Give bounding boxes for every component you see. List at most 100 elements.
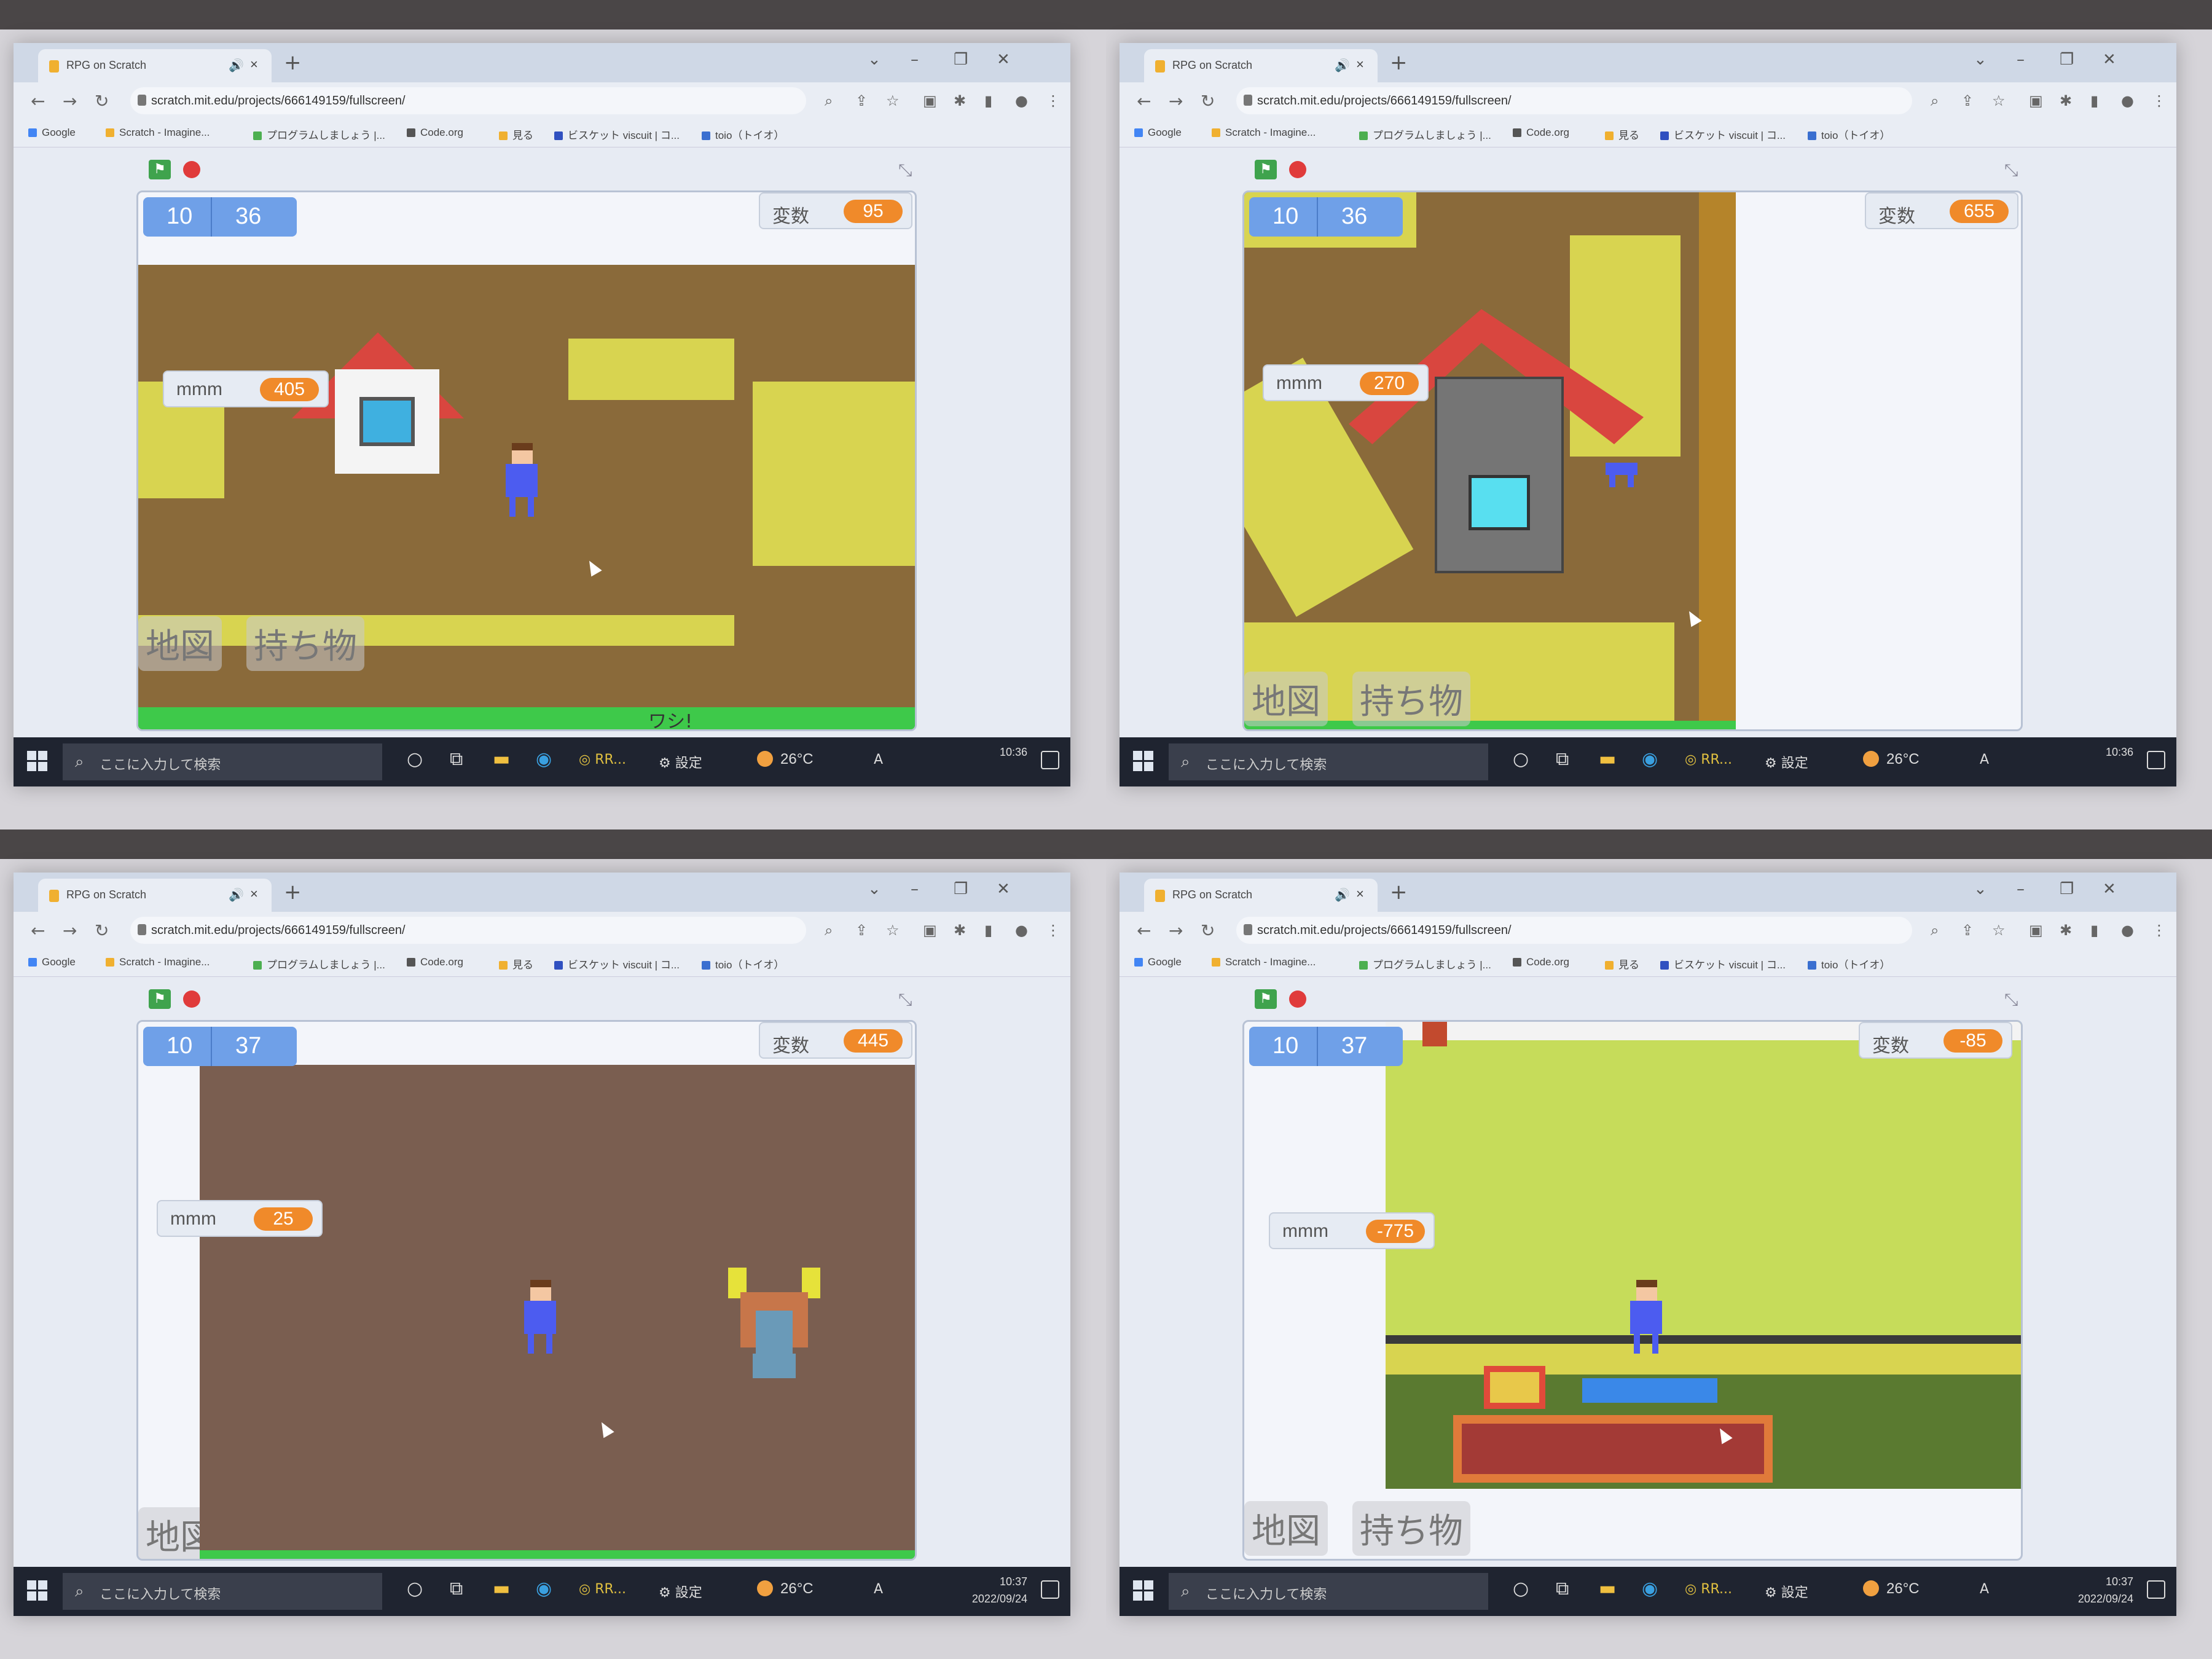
edge-icon[interactable]: ◉ [1642,1578,1658,1599]
bookmark-google[interactable]: Google [1134,127,1182,139]
extension-icon[interactable]: ▣ [923,922,937,939]
zoom-icon[interactable]: ⌕ [1931,92,1939,109]
folder-icon[interactable]: ▬ [493,748,510,770]
window-close-icon[interactable]: ✕ [2103,880,2116,898]
url-field[interactable]: scratch.mit.edu/projects/666149159/fulls… [130,917,806,944]
tab-rpg-on-scratch[interactable]: RPG on Scratch 🔊 × [1144,49,1378,82]
tab-close-icon[interactable]: × [1356,886,1364,902]
puzzle-icon[interactable]: ✱ [2060,922,2072,939]
extension-icon[interactable]: ▣ [923,92,937,109]
chrome-app[interactable]: ◎ RR... [1685,752,1732,767]
back-icon[interactable]: ← [1137,91,1151,111]
cortana-icon[interactable]: ○ [1513,748,1529,770]
sidepanel-icon[interactable]: ▮ [984,92,992,109]
taskbar-search[interactable]: ⌕ ここに入力して検索 [1169,1573,1488,1610]
profile-icon[interactable]: ● [1015,922,1028,939]
bookmark-scratch[interactable]: Scratch - Imagine... [106,956,210,968]
window-close-icon[interactable]: ✕ [2103,50,2116,69]
share-icon[interactable]: ⇪ [1961,922,1974,939]
tab-rpg-on-scratch[interactable]: RPG on Scratch 🔊 × [1144,879,1378,912]
stop-icon[interactable] [183,161,200,178]
exit-fullscreen-icon[interactable]: ⤡ [898,989,912,1010]
share-icon[interactable]: ⇪ [1961,92,1974,109]
bookmark-miru[interactable]: 見る [1605,956,1639,971]
tab-close-icon[interactable]: × [250,886,258,902]
bookmark-scratch[interactable]: Scratch - Imagine... [1212,127,1316,139]
chrome-app[interactable]: ◎ RR... [579,752,626,767]
settings-app[interactable]: ⚙ 設定 [1765,1582,1808,1601]
tab-rpg-on-scratch[interactable]: RPG on Scratch 🔊 × [38,879,272,912]
tab-search-icon[interactable]: ⌄ [868,50,881,69]
stop-icon[interactable] [1289,161,1306,178]
puzzle-icon[interactable]: ✱ [954,922,966,939]
sidepanel-icon[interactable]: ▮ [984,922,992,939]
items-button[interactable]: 持ち物 [246,616,364,671]
notification-icon[interactable] [2147,1580,2165,1599]
bookmark-programming[interactable]: プログラムしましょう |... [1359,956,1491,971]
bookmark-miru[interactable]: 見る [499,127,533,142]
green-flag-icon[interactable]: ⚑ [1255,989,1277,1009]
star-icon[interactable]: ☆ [1992,92,2006,109]
speaker-icon[interactable]: 🔊 [1335,58,1350,73]
speaker-icon[interactable]: 🔊 [1335,887,1350,903]
menu-icon[interactable]: ⋮ [1046,92,1061,109]
items-button[interactable]: 持ち物 [1352,1501,1470,1556]
map-button[interactable]: 地図 [1244,1501,1328,1556]
green-flag-icon[interactable]: ⚑ [1255,160,1277,179]
forward-icon[interactable]: → [63,920,77,941]
tab-close-icon[interactable]: × [1356,57,1364,73]
speaker-icon[interactable]: 🔊 [229,58,244,73]
reload-icon[interactable]: ↻ [95,91,109,111]
chrome-app[interactable]: ◎ RR... [579,1582,626,1597]
bookmark-code-org[interactable]: Code.org [1513,127,1569,139]
exit-fullscreen-icon[interactable]: ⤡ [2004,989,2018,1010]
edge-icon[interactable]: ◉ [536,748,552,770]
forward-icon[interactable]: → [1169,91,1183,111]
tab-rpg-on-scratch[interactable]: RPG on Scratch 🔊 × [38,49,272,82]
windows-start-icon[interactable] [27,751,48,772]
weather-widget[interactable]: 26°C [1863,751,1920,768]
edge-icon[interactable]: ◉ [536,1578,552,1599]
folder-icon[interactable]: ▬ [1599,1578,1616,1599]
clock[interactable]: 10:37 2022/09/24 [2078,1573,2133,1607]
green-flag-icon[interactable]: ⚑ [149,160,171,179]
folder-icon[interactable]: ▬ [493,1578,510,1599]
tab-close-icon[interactable]: × [250,57,258,73]
exit-fullscreen-icon[interactable]: ⤡ [2004,160,2018,181]
url-field[interactable]: scratch.mit.edu/projects/666149159/fulls… [1236,87,1912,114]
back-icon[interactable]: ← [31,920,45,941]
url-field[interactable]: scratch.mit.edu/projects/666149159/fulls… [130,87,806,114]
notification-icon[interactable] [1041,1580,1059,1599]
bookmark-programming[interactable]: プログラムしましょう |... [253,956,385,971]
bookmark-toio[interactable]: toio（トイオ） [702,127,784,142]
minimize-icon[interactable]: – [911,880,919,898]
stop-icon[interactable] [1289,990,1306,1008]
reload-icon[interactable]: ↻ [1201,920,1215,941]
star-icon[interactable]: ☆ [886,92,900,109]
window-close-icon[interactable]: ✕ [997,50,1010,69]
game-stage[interactable]: 10 36 変数 655 mmm 270 地図 持ち物 [1242,190,2023,731]
extension-icon[interactable]: ▣ [2029,922,2043,939]
reload-icon[interactable]: ↻ [95,920,109,941]
chrome-app[interactable]: ◎ RR... [1685,1582,1732,1597]
window-close-icon[interactable]: ✕ [997,880,1010,898]
settings-app[interactable]: ⚙ 設定 [659,1582,702,1601]
clock[interactable]: 10:37 2022/09/24 [972,1573,1027,1607]
zoom-icon[interactable]: ⌕ [825,922,833,939]
bookmark-miru[interactable]: 見る [1605,127,1639,142]
notification-icon[interactable] [1041,751,1059,769]
map-button[interactable]: 地図 [1244,672,1328,726]
tab-search-icon[interactable]: ⌄ [1974,50,1987,69]
items-button[interactable]: 持ち物 [1352,672,1470,726]
windows-start-icon[interactable] [27,1580,48,1601]
extension-icon[interactable]: ▣ [2029,92,2043,109]
windows-start-icon[interactable] [1133,1580,1154,1601]
weather-widget[interactable]: 26°C [1863,1580,1920,1598]
ime-indicator[interactable]: A [874,1582,883,1597]
notification-icon[interactable] [2147,751,2165,769]
menu-icon[interactable]: ⋮ [2152,92,2167,109]
sidepanel-icon[interactable]: ▮ [2090,92,2098,109]
restore-icon[interactable]: ❐ [954,50,968,69]
bookmark-code-org[interactable]: Code.org [407,127,463,139]
zoom-icon[interactable]: ⌕ [825,92,833,109]
